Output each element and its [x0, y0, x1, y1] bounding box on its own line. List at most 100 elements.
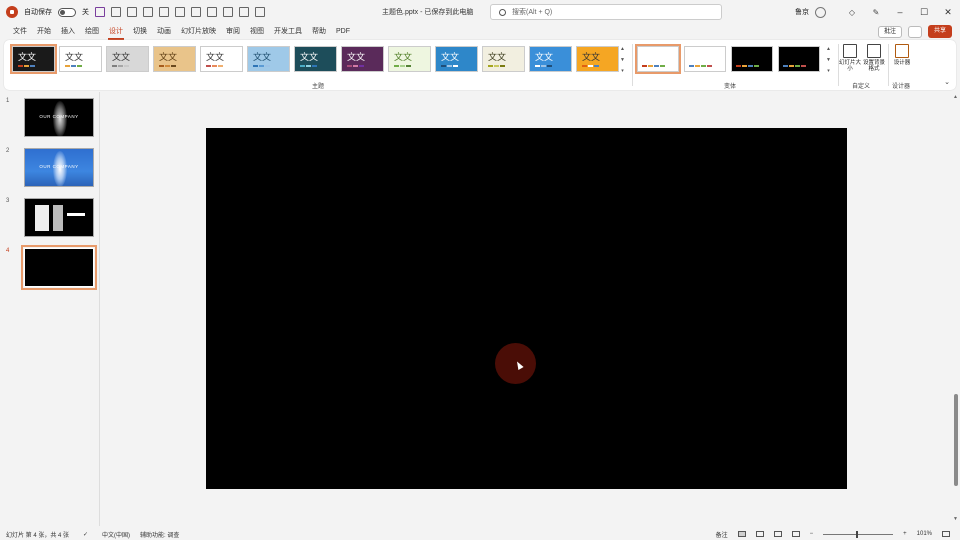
pen-icon[interactable]: ✎ [864, 8, 888, 17]
maximize-button[interactable]: ☐ [912, 7, 936, 18]
user-name[interactable]: 鲁京 [795, 7, 809, 17]
tab-insert[interactable]: 插入 [56, 24, 80, 40]
designer-button[interactable]: 设计器 [890, 44, 914, 66]
table-icon[interactable] [207, 7, 217, 17]
theme-option[interactable]: 文文 [388, 46, 431, 72]
theme-option[interactable]: 文文 [200, 46, 243, 72]
shape-icon[interactable] [223, 7, 233, 17]
present-button[interactable] [907, 25, 922, 38]
zoom-in-icon[interactable]: + [903, 531, 907, 537]
variant-option[interactable] [635, 44, 681, 74]
vertical-scrollbar[interactable]: ▲ ▼ [952, 92, 960, 526]
theme-label: 文文 [159, 52, 178, 62]
notes-button[interactable]: 备注 [716, 530, 728, 539]
slide-preview[interactable] [24, 198, 94, 237]
theme-option[interactable]: 文文 [294, 46, 337, 72]
close-button[interactable]: ✕ [936, 7, 960, 18]
theme-option[interactable]: 文文 [435, 46, 478, 72]
slide-sorter-icon[interactable] [755, 531, 764, 537]
scroll-down-icon[interactable]: ▼ [953, 516, 958, 522]
slide-canvas[interactable] [206, 128, 847, 489]
share-button[interactable]: 共享 [927, 25, 952, 38]
theme-option[interactable]: 文文 [59, 46, 102, 72]
themes-scroll[interactable]: ▲ ▼ ▾ [618, 46, 627, 74]
tab-file[interactable]: 文件 [8, 24, 32, 40]
theme-option[interactable]: 文文 [576, 46, 619, 72]
text-icon[interactable] [239, 7, 249, 17]
slide-size-button[interactable]: 幻灯片大小 [838, 44, 862, 72]
more-icon[interactable]: ▾ [827, 68, 830, 74]
language-status[interactable]: 中文(中国) [102, 530, 130, 539]
variant-option[interactable] [731, 46, 773, 72]
reading-view-icon[interactable] [773, 531, 782, 537]
customize-qat-icon[interactable] [255, 7, 265, 17]
slide-thumbnail-4[interactable]: 4 [6, 245, 97, 290]
slideshow-icon[interactable] [791, 531, 800, 537]
share-group: 批注 共享 [877, 25, 952, 38]
divider [888, 44, 889, 86]
align-icon[interactable] [191, 7, 201, 17]
redo-icon[interactable] [127, 7, 137, 17]
scroll-down-icon[interactable]: ▼ [826, 57, 831, 63]
comments-button[interactable]: 批注 [877, 25, 902, 38]
variant-option[interactable] [684, 46, 726, 72]
slide-thumbnail-1[interactable]: 1 OUR COMPANY [6, 98, 94, 137]
spelling-icon[interactable]: ✓ [83, 531, 88, 538]
theme-option[interactable]: 文文 [106, 46, 149, 72]
print-icon[interactable] [175, 7, 185, 17]
scroll-up-icon[interactable]: ▲ [620, 46, 625, 52]
variant-option[interactable] [778, 46, 820, 72]
slide-preview[interactable]: OUR COMPANY [24, 98, 94, 137]
more-icon[interactable]: ▾ [621, 68, 624, 74]
slide-preview[interactable]: OUR COMPANY [24, 148, 94, 187]
slide-size-icon [843, 44, 857, 58]
file-name[interactable]: 主题色.pptx - 已保存到此电脑 [382, 7, 473, 17]
fit-slide-icon[interactable] [942, 531, 950, 537]
theme-option[interactable]: 文文 [153, 46, 196, 72]
autosave-toggle[interactable] [58, 7, 76, 17]
theme-option[interactable]: 文文 [529, 46, 572, 72]
flame-image [53, 101, 67, 136]
layout-icon[interactable] [159, 7, 169, 17]
zoom-out-icon[interactable]: − [810, 531, 814, 537]
undo-icon[interactable] [111, 7, 121, 17]
collapse-ribbon-icon[interactable]: ⌄ [944, 78, 950, 86]
tab-pdf[interactable]: PDF [331, 24, 355, 40]
tab-review[interactable]: 审阅 [221, 24, 245, 40]
flame-image [53, 151, 67, 186]
scroll-down-icon[interactable]: ▼ [620, 57, 625, 63]
slide-preview[interactable] [21, 245, 97, 290]
theme-option[interactable]: 文文 [482, 46, 525, 72]
tab-transitions[interactable]: 切换 [128, 24, 152, 40]
variants-scroll[interactable]: ▲ ▼ ▾ [824, 46, 833, 74]
format-background-button[interactable]: 设置背景格式 [862, 44, 886, 72]
theme-option[interactable]: 文文 [341, 46, 384, 72]
zoom-level[interactable]: 101% [917, 531, 932, 537]
slide-number: 3 [6, 198, 10, 204]
zoom-slider[interactable] [823, 530, 894, 538]
scroll-up-icon[interactable]: ▲ [953, 94, 958, 100]
diamond-icon[interactable]: ◇ [840, 8, 864, 17]
tab-help[interactable]: 帮助 [307, 24, 331, 40]
tab-home[interactable]: 开始 [32, 24, 56, 40]
tab-developer[interactable]: 开发工具 [269, 24, 307, 40]
tab-draw[interactable]: 绘图 [80, 24, 104, 40]
minimize-button[interactable]: – [888, 7, 912, 17]
zoom-slider-knob[interactable] [856, 530, 859, 538]
format-painter-icon[interactable] [143, 7, 153, 17]
save-icon[interactable] [95, 7, 105, 17]
scroll-up-icon[interactable]: ▲ [826, 46, 831, 52]
accessibility-status[interactable]: 辅助功能: 调查 [140, 530, 179, 539]
scrollbar-thumb[interactable] [954, 394, 958, 486]
slide-thumbnail-2[interactable]: 2 OUR COMPANY [6, 148, 94, 187]
avatar[interactable] [815, 6, 826, 18]
theme-option[interactable]: 文文 [10, 44, 57, 74]
tab-view[interactable]: 视图 [245, 24, 269, 40]
theme-option[interactable]: 文文 [247, 46, 290, 72]
tab-animations[interactable]: 动画 [152, 24, 176, 40]
slide-thumbnail-3[interactable]: 3 [6, 198, 94, 237]
search-box[interactable]: 搜索(Alt + Q) [490, 4, 722, 20]
tab-slideshow[interactable]: 幻灯片放映 [176, 24, 221, 40]
tab-design[interactable]: 设计 [104, 24, 128, 40]
normal-view-icon[interactable] [737, 531, 746, 537]
